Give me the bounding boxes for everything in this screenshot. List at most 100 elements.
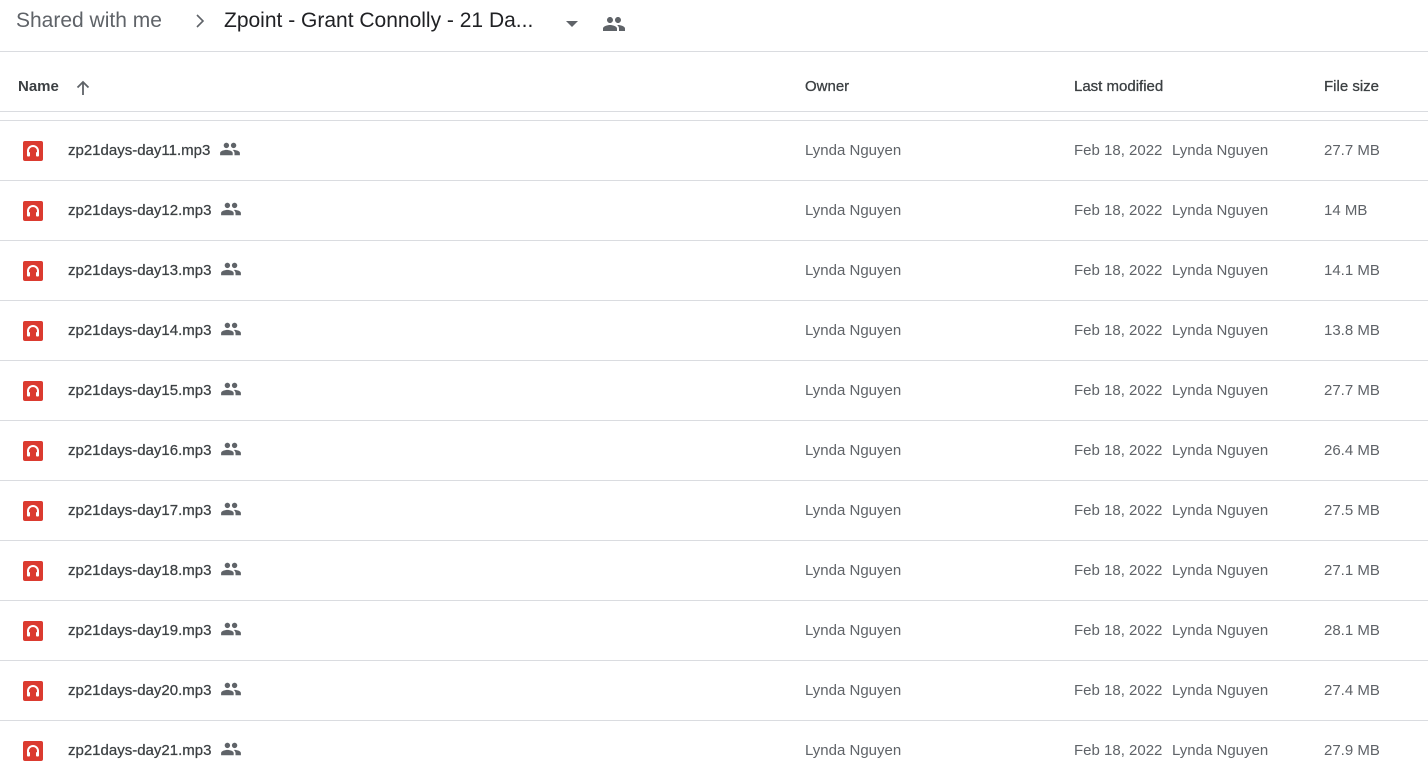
file-modified-by: Lynda Nguyen: [1172, 742, 1269, 759]
audio-file-icon: [23, 201, 43, 221]
people-icon: [220, 320, 242, 338]
file-row[interactable]: zp21days-day18.mp3 Lynda Nguyen Feb 18, …: [0, 541, 1428, 601]
file-name: zp21days-day11.mp3: [68, 142, 211, 159]
file-owner: Lynda Nguyen: [805, 142, 902, 159]
file-owner: Lynda Nguyen: [805, 262, 902, 279]
people-icon: [220, 620, 242, 638]
file-owner: Lynda Nguyen: [805, 202, 902, 219]
audio-file-icon: [23, 381, 43, 401]
file-row[interactable]: zp21days-day21.mp3 Lynda Nguyen Feb 18, …: [0, 721, 1428, 781]
file-row[interactable]: zp21days-day14.mp3 Lynda Nguyen Feb 18, …: [0, 301, 1428, 361]
file-modified-date: Feb 18, 2022: [1074, 742, 1163, 759]
file-name: zp21days-day15.mp3: [68, 382, 212, 399]
file-name: zp21days-day21.mp3: [68, 742, 212, 759]
people-icon: [602, 12, 626, 36]
file-size: 27.7 MB: [1324, 142, 1380, 159]
file-row[interactable]: zp21days-day20.mp3 Lynda Nguyen Feb 18, …: [0, 661, 1428, 721]
arrow-upward-icon[interactable]: [74, 79, 92, 97]
column-header-row: Name Owner Last modified File size: [0, 52, 1428, 112]
file-list: zp21days-day11.mp3 Lynda Nguyen Feb 18, …: [0, 120, 1428, 781]
audio-file-icon: [23, 741, 43, 761]
file-modified-date: Feb 18, 2022: [1074, 442, 1163, 459]
file-owner: Lynda Nguyen: [805, 742, 902, 759]
file-row[interactable]: zp21days-day15.mp3 Lynda Nguyen Feb 18, …: [0, 361, 1428, 421]
file-size: 27.1 MB: [1324, 562, 1380, 579]
file-modified-date: Feb 18, 2022: [1074, 682, 1163, 699]
file-modified-by: Lynda Nguyen: [1172, 142, 1269, 159]
people-icon: [220, 740, 242, 758]
breadcrumb-current-folder[interactable]: Zpoint - Grant Connolly - 21 Da...: [224, 8, 533, 34]
file-modified-by: Lynda Nguyen: [1172, 442, 1269, 459]
file-size: 13.8 MB: [1324, 322, 1380, 339]
file-size: 26.4 MB: [1324, 442, 1380, 459]
file-name: zp21days-day12.mp3: [68, 202, 212, 219]
file-modified-date: Feb 18, 2022: [1074, 262, 1163, 279]
file-size: 27.9 MB: [1324, 742, 1380, 759]
people-icon: [219, 140, 241, 158]
file-owner: Lynda Nguyen: [805, 622, 902, 639]
audio-file-icon: [23, 321, 43, 341]
audio-file-icon: [23, 501, 43, 521]
people-icon: [220, 260, 242, 278]
file-name: zp21days-day17.mp3: [68, 502, 212, 519]
file-owner: Lynda Nguyen: [805, 562, 902, 579]
column-header-name[interactable]: Name: [18, 78, 59, 96]
file-row[interactable]: zp21days-day13.mp3 Lynda Nguyen Feb 18, …: [0, 241, 1428, 301]
file-owner: Lynda Nguyen: [805, 682, 902, 699]
audio-file-icon: [23, 441, 43, 461]
file-modified-by: Lynda Nguyen: [1172, 202, 1269, 219]
audio-file-icon: [23, 261, 43, 281]
file-modified-by: Lynda Nguyen: [1172, 682, 1269, 699]
file-size: 27.7 MB: [1324, 382, 1380, 399]
chevron-right-icon: [190, 10, 210, 32]
people-icon: [220, 680, 242, 698]
file-modified-date: Feb 18, 2022: [1074, 142, 1163, 159]
audio-file-icon: [23, 561, 43, 581]
people-icon: [220, 560, 242, 578]
people-icon: [220, 200, 242, 218]
file-modified-date: Feb 18, 2022: [1074, 622, 1163, 639]
file-name: zp21days-day18.mp3: [68, 562, 212, 579]
file-name: zp21days-day14.mp3: [68, 322, 212, 339]
breadcrumb-shared-with-me[interactable]: Shared with me: [16, 8, 162, 34]
column-header-last-modified[interactable]: Last modified: [1074, 78, 1164, 96]
file-owner: Lynda Nguyen: [805, 502, 902, 519]
file-name: zp21days-day20.mp3: [68, 682, 212, 699]
file-size: 27.5 MB: [1324, 502, 1380, 519]
people-icon: [220, 440, 242, 458]
file-modified-by: Lynda Nguyen: [1172, 262, 1269, 279]
file-row[interactable]: zp21days-day17.mp3 Lynda Nguyen Feb 18, …: [0, 481, 1428, 541]
file-modified-by: Lynda Nguyen: [1172, 382, 1269, 399]
file-modified-date: Feb 18, 2022: [1074, 322, 1163, 339]
file-modified-by: Lynda Nguyen: [1172, 622, 1269, 639]
people-icon: [220, 500, 242, 518]
file-owner: Lynda Nguyen: [805, 382, 902, 399]
arrow-drop-down-icon[interactable]: [564, 16, 580, 27]
audio-file-icon: [23, 141, 43, 161]
file-modified-date: Feb 18, 2022: [1074, 502, 1163, 519]
file-size: 28.1 MB: [1324, 622, 1380, 639]
file-row[interactable]: zp21days-day16.mp3 Lynda Nguyen Feb 18, …: [0, 421, 1428, 481]
column-header-file-size: File size: [1324, 78, 1380, 95]
file-row[interactable]: zp21days-day19.mp3 Lynda Nguyen Feb 18, …: [0, 601, 1428, 661]
file-size: 27.4 MB: [1324, 682, 1380, 699]
audio-file-icon: [23, 621, 43, 641]
file-modified-date: Feb 18, 2022: [1074, 382, 1163, 399]
file-name: zp21days-day19.mp3: [68, 622, 212, 639]
file-modified-by: Lynda Nguyen: [1172, 562, 1269, 579]
breadcrumb-bar: Shared with me Zpoint - Grant Connolly -…: [0, 0, 1428, 52]
file-modified-by: Lynda Nguyen: [1172, 502, 1269, 519]
people-icon: [220, 380, 242, 398]
file-size: 14.1 MB: [1324, 262, 1380, 279]
audio-file-icon: [23, 681, 43, 701]
file-size: 14 MB: [1324, 202, 1368, 219]
file-name: zp21days-day16.mp3: [68, 442, 212, 459]
file-owner: Lynda Nguyen: [805, 322, 902, 339]
column-header-owner: Owner: [805, 78, 850, 95]
file-row[interactable]: zp21days-day11.mp3 Lynda Nguyen Feb 18, …: [0, 121, 1428, 181]
file-modified-by: Lynda Nguyen: [1172, 322, 1269, 339]
file-modified-date: Feb 18, 2022: [1074, 562, 1163, 579]
file-name: zp21days-day13.mp3: [68, 262, 212, 279]
file-modified-date: Feb 18, 2022: [1074, 202, 1163, 219]
file-row[interactable]: zp21days-day12.mp3 Lynda Nguyen Feb 18, …: [0, 181, 1428, 241]
